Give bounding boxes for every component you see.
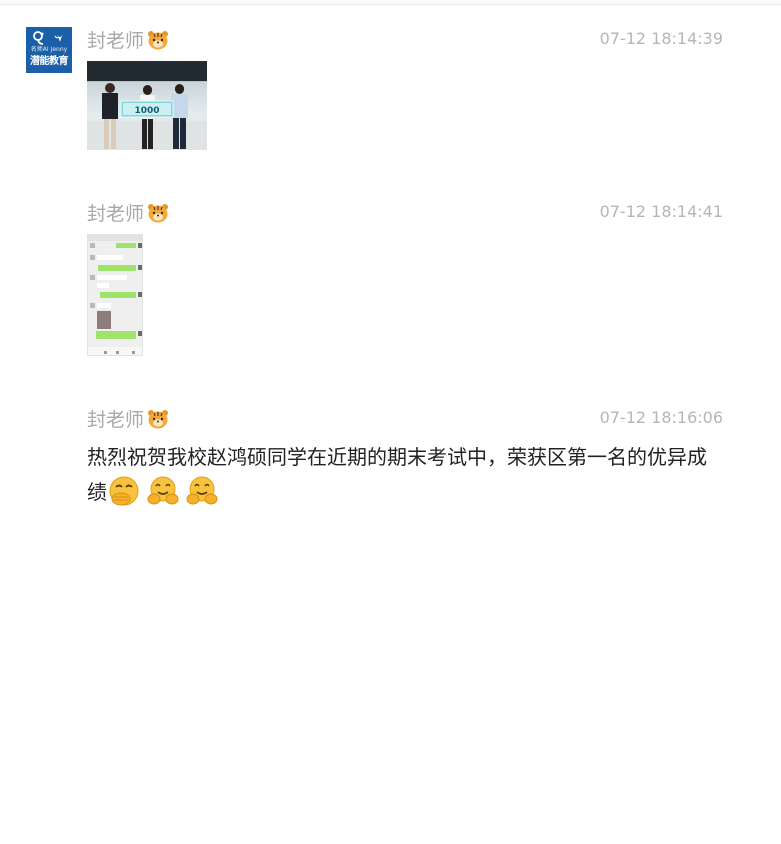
message-item: 封老师 07-12 18:14:41 [87, 200, 723, 360]
avatar[interactable]: 名师AI Jenny 潜能教育 [26, 27, 72, 73]
message-image[interactable] [87, 234, 143, 356]
message-image[interactable]: 1000 [87, 61, 207, 150]
face-with-hand-over-mouth-icon [109, 476, 139, 506]
banner-amount: 1000 [134, 106, 159, 116]
sender-name: 封老师 [87, 406, 169, 434]
top-divider [0, 0, 781, 5]
tiger-icon [148, 204, 169, 223]
avatar-subtext: 名师AI Jenny [30, 46, 68, 53]
message-time: 07-12 18:16:06 [599, 408, 723, 427]
tiger-icon [148, 410, 169, 429]
message-text-content: 热烈祝贺我校赵鸿硕同学在近期的期末考试中，荣获区第一名的优异成绩 [87, 445, 707, 504]
award-photo: 1000 [87, 61, 207, 150]
message-time: 07-12 18:14:39 [599, 29, 723, 48]
hugging-face-icon [147, 476, 179, 505]
sender-name: 封老师 [87, 27, 169, 55]
message-item: 封老师 07-12 18:14:39 1000 [87, 27, 723, 152]
logo-icon [33, 31, 63, 45]
tiger-icon [148, 31, 169, 50]
sender-name: 封老师 [87, 200, 169, 228]
avatar-brand: 潜能教育 [30, 56, 69, 67]
hugging-face-icon [186, 476, 218, 505]
chat-screenshot [88, 235, 142, 355]
message-item: 封老师 07-12 18:16:06 热烈祝贺我校赵鸿硕同学在近期的期末考试中，… [87, 406, 723, 516]
message-time: 07-12 18:14:41 [599, 202, 723, 221]
message-text: 热烈祝贺我校赵鸿硕同学在近期的期末考试中，荣获区第一名的优异成绩 [87, 441, 723, 509]
